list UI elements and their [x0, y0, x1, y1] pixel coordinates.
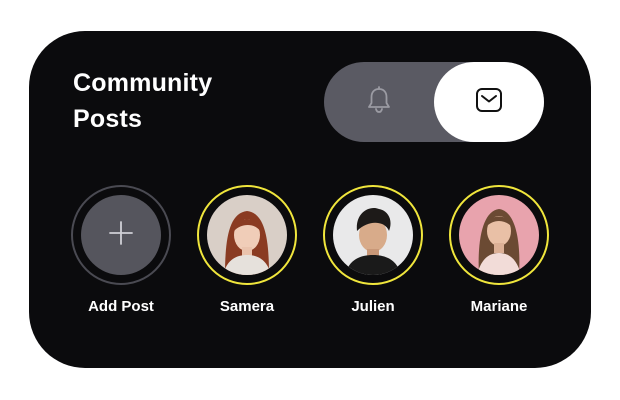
plus-icon [108, 220, 134, 251]
community-posts-card: Community Posts Add Post Samera Julien M… [29, 31, 591, 368]
story-label: Mariane [470, 298, 528, 315]
toggle-messages-button[interactable] [434, 62, 544, 142]
story-label: Julien [351, 298, 395, 315]
inbox-icon [475, 87, 503, 118]
avatar-julien[interactable] [333, 195, 413, 275]
story-row: Add Post Samera Julien Mariane [71, 185, 551, 325]
avatar-mariane[interactable] [459, 195, 539, 275]
story-label: Samera [219, 298, 275, 315]
add-post-button[interactable] [81, 195, 161, 275]
avatar-samera[interactable] [207, 195, 287, 275]
card-title: Community Posts [73, 69, 213, 133]
story-label: Add Post [88, 298, 154, 315]
bell-icon [366, 85, 392, 119]
notification-message-toggle[interactable] [324, 62, 544, 142]
toggle-notifications-button[interactable] [324, 62, 434, 142]
